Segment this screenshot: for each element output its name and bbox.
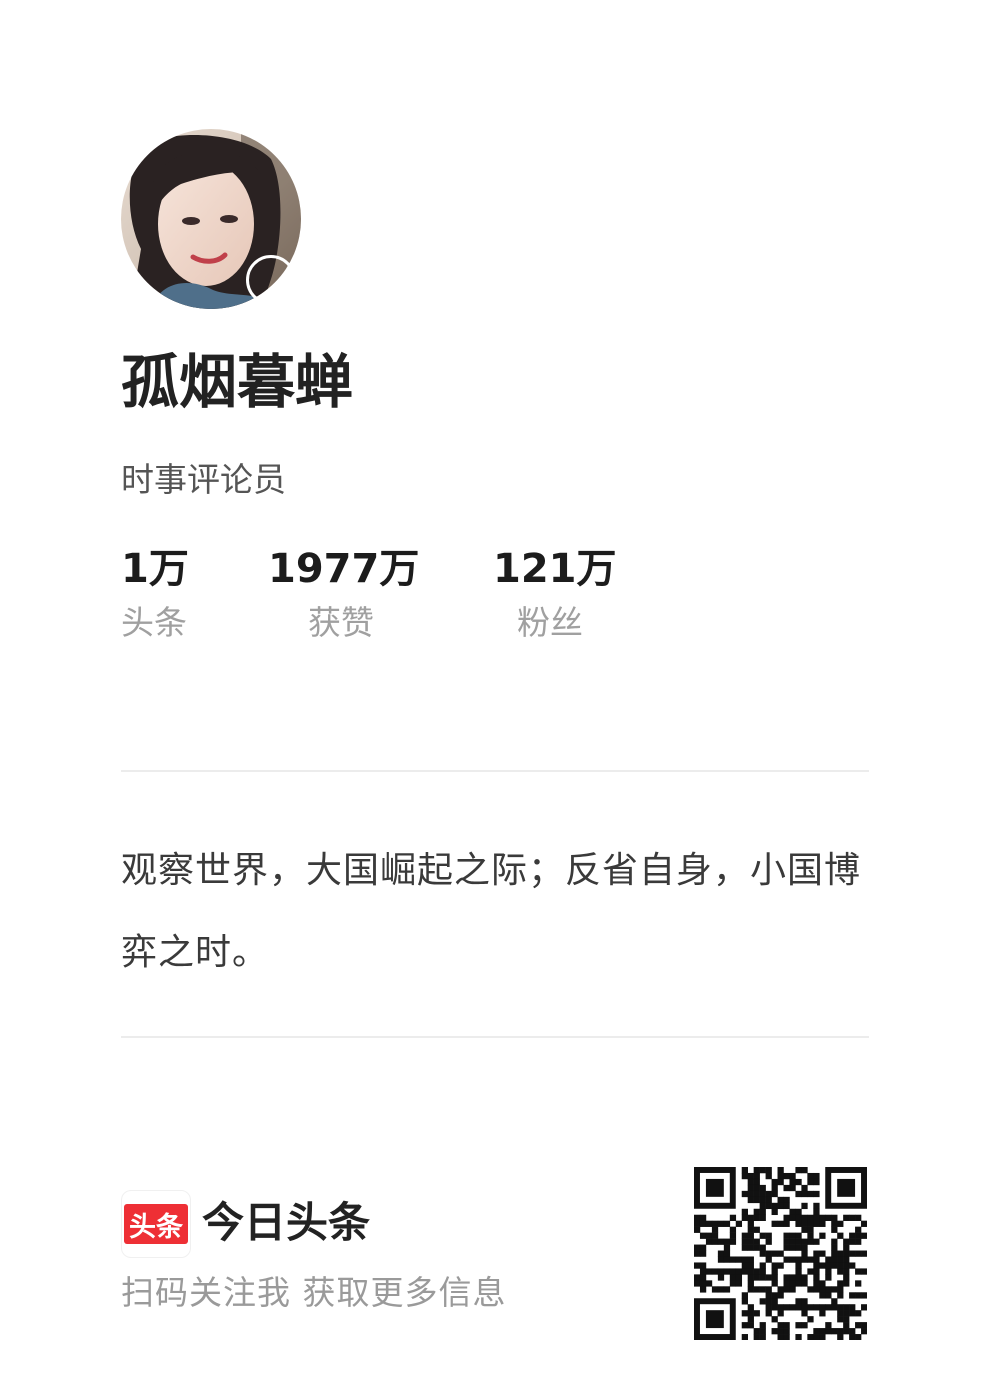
- stat-likes[interactable]: 1977万 获赞: [268, 542, 419, 646]
- divider: [121, 1036, 869, 1038]
- stat-followers[interactable]: 121万 粉丝: [493, 542, 617, 646]
- stat-value: 1977万: [268, 546, 420, 592]
- logo-text: 头条: [124, 1204, 188, 1244]
- bio-text: 观察世界，大国崛起之际；反省自身，小国博弈之时。: [121, 850, 862, 973]
- stat-value: 1万: [121, 546, 189, 592]
- divider: [121, 770, 869, 772]
- profile-name: 孤烟暮蝉: [121, 348, 354, 416]
- stat-label: 获赞: [308, 603, 374, 642]
- avatar-badge: [246, 255, 296, 305]
- qr-code-icon[interactable]: [694, 1167, 867, 1340]
- app-name: 今日头条: [202, 1198, 371, 1247]
- scan-hint: 扫码关注我 获取更多信息: [121, 1273, 507, 1312]
- profile-title: 时事评论员: [121, 460, 286, 499]
- stat-articles[interactable]: 1万 头条: [121, 542, 189, 646]
- profile-card: 孤烟暮蝉 时事评论员 1万 头条 1977万 获赞 121万 粉丝 观察世界，大…: [0, 0, 990, 1380]
- stat-label: 头条: [121, 603, 187, 642]
- toutiao-logo-icon: 头条: [121, 1190, 191, 1258]
- stat-value: 121万: [493, 546, 617, 592]
- stat-label: 粉丝: [517, 603, 583, 642]
- qr-code-graphic: [694, 1167, 867, 1340]
